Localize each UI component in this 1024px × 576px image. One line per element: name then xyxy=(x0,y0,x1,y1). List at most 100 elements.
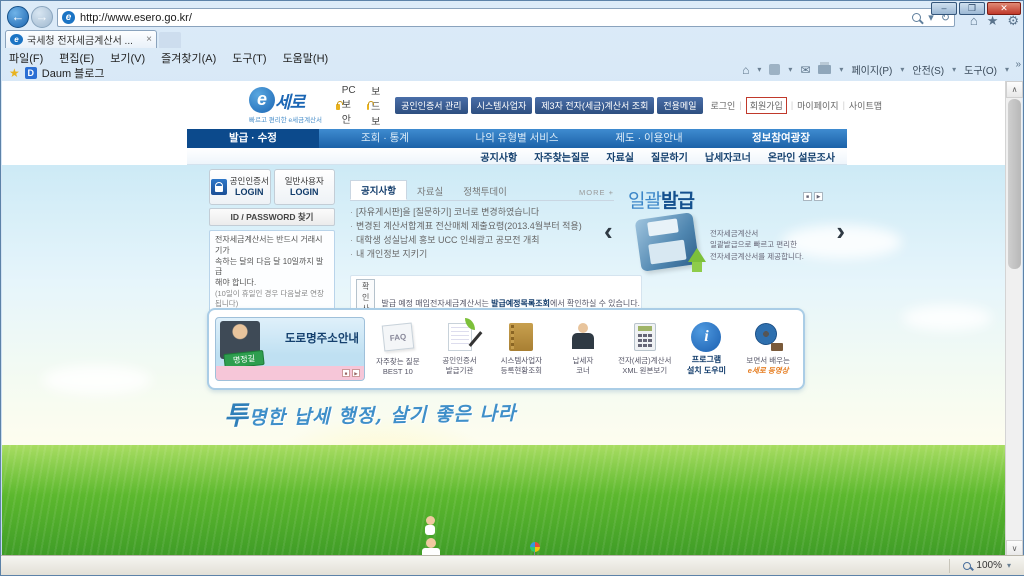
close-button[interactable]: ✕ xyxy=(987,2,1021,15)
home-icon[interactable]: ⌂ xyxy=(742,63,749,77)
tab-archive[interactable]: 자료실 xyxy=(407,182,453,200)
restore-button[interactable]: ❐ xyxy=(959,2,985,15)
quicklink-video-tutorial[interactable]: 보면서 배우는 e세로 동영상 xyxy=(739,322,797,376)
illustration-child-on-shoulders xyxy=(425,516,435,535)
tab-strip: e 국세청 전자세금계산서 ... × xyxy=(1,30,1024,48)
quicklink-taxpayer-corner[interactable]: 납세자 코너 xyxy=(554,322,612,376)
page-menu[interactable]: 페이지(P) xyxy=(851,62,892,77)
nav-system-guide[interactable]: 제도 · 이용안내 xyxy=(583,129,715,148)
site-header: e 세로 빠르고 편리한 e세금계산서 PC보안 키보드보안 공인인증서 관리 … xyxy=(187,81,882,143)
signup-link[interactable]: 회원가입 xyxy=(745,96,787,114)
pc-security-link[interactable]: PC보안 xyxy=(336,85,359,126)
favorites-add-icon[interactable]: ★ xyxy=(9,66,20,80)
film-reel-icon xyxy=(753,322,784,351)
menu-help[interactable]: 도움말(H) xyxy=(283,50,329,65)
zoom-dropdown-icon[interactable]: ▾ xyxy=(1007,561,1011,570)
quicklink-faq-best10[interactable]: FAQ 자주찾는 질문 BEST 10 xyxy=(369,322,427,377)
forward-button[interactable]: → xyxy=(31,6,53,28)
more-link[interactable]: MORE + xyxy=(579,188,614,197)
sitemap-link[interactable]: 사이트맵 xyxy=(849,99,882,112)
banner-play-button[interactable]: ▶ xyxy=(814,192,823,201)
menu-view[interactable]: 보기(V) xyxy=(110,50,145,65)
cert-login-button[interactable]: 공인인증서 LOGIN xyxy=(209,169,271,205)
esero-logo[interactable]: e 세로 빠르고 편리한 e세금계산서 xyxy=(249,86,322,124)
toolbar-overflow-icon[interactable]: » xyxy=(1015,59,1021,70)
feed-dropdown-icon[interactable]: ▾ xyxy=(788,65,792,74)
vertical-scrollbar[interactable]: ∧ ∨ xyxy=(1005,81,1023,557)
quicklink-cert-issuer[interactable]: 공인인증서 발급기관 xyxy=(431,317,489,376)
tools-menu[interactable]: 도구(O) xyxy=(964,62,997,77)
favorites-star-icon[interactable]: ★ xyxy=(987,13,999,29)
campaign-slogan: 투명한 납세 행정, 살기 좋은 나라 xyxy=(223,401,517,432)
safety-menu[interactable]: 안전(S) xyxy=(912,62,944,77)
system-provider-button[interactable]: 시스템사업자 xyxy=(470,96,533,114)
find-id-password-button[interactable]: ID / PASSWORD 찾기 xyxy=(209,208,335,226)
menu-file[interactable]: 파일(F) xyxy=(9,50,43,65)
nav-info-plaza[interactable]: 정보참여광장 xyxy=(715,129,847,148)
home-icon[interactable]: ⌂ xyxy=(970,13,978,29)
separator: | xyxy=(790,100,794,110)
menu-edit[interactable]: 편집(E) xyxy=(59,50,94,65)
dedicated-mail-button[interactable]: 전용메일 xyxy=(657,96,703,114)
print-icon[interactable] xyxy=(818,62,832,74)
notice-item[interactable]: 내 개인정보 지키기 xyxy=(350,248,614,262)
url-text[interactable]: http://www.esero.go.kr/ xyxy=(80,12,912,24)
subnav-survey[interactable]: 온라인 설문조사 xyxy=(768,149,835,164)
tab-notice[interactable]: 공지사항 xyxy=(350,180,407,200)
menu-favorites[interactable]: 즐겨찾기(A) xyxy=(161,50,216,65)
subnav-taxpayer[interactable]: 납세자코너 xyxy=(705,149,751,164)
subnav-archive[interactable]: 자료실 xyxy=(606,149,634,164)
scrollbar-thumb[interactable] xyxy=(1008,99,1021,269)
banner-pause-button[interactable]: ■ xyxy=(803,192,812,201)
minimize-button[interactable]: – xyxy=(931,2,957,15)
tab-close-icon[interactable]: × xyxy=(146,34,152,45)
login-link[interactable]: 로그인 xyxy=(711,99,736,112)
thirdparty-invoice-button[interactable]: 제3자 전자(세금)계산서 조회 xyxy=(535,96,655,114)
notice-item[interactable]: 대학생 성실납세 홍보 UCC 인쇄광고 공모전 개최 xyxy=(350,234,614,248)
mypage-link[interactable]: 마이페이지 xyxy=(797,99,838,112)
green-arrow-icon xyxy=(688,248,706,272)
road-pause-button[interactable]: ■ xyxy=(342,369,350,377)
quicklink-xml-viewer[interactable]: 전자(세금)계산서 XML 원본보기 xyxy=(616,322,674,376)
favorite-daum-blog[interactable]: Daum 블로그 xyxy=(42,65,105,81)
command-bar: ⌂ ▾ ▾ ✉ ▾ 페이지(P) ▾ 안전(S) ▾ 도구(O) ▾ xyxy=(742,62,1009,77)
scroll-up-icon[interactable]: ∧ xyxy=(1006,81,1023,98)
feed-icon[interactable] xyxy=(769,64,781,75)
nav-inquiry-stats[interactable]: 조회 · 통계 xyxy=(319,129,451,148)
nav-my-services[interactable]: 나의 유형별 서비스 xyxy=(451,129,583,148)
print-dropdown-icon[interactable]: ▾ xyxy=(839,65,843,74)
road-play-button[interactable]: ▶ xyxy=(352,369,360,377)
notice-line: 전자세금계산서는 반드시 거래시기가 xyxy=(215,235,323,255)
menu-tools[interactable]: 도구(T) xyxy=(232,50,266,65)
tab-policy-today[interactable]: 정책투데이 xyxy=(453,182,517,200)
separator: | xyxy=(842,100,845,110)
notice-item[interactable]: 변경된 계산서합계표 전산매체 제출요령(2013.4월부터 적용) xyxy=(350,220,614,234)
quicklink-program-installer[interactable]: i 프로그램 설치 도우미 xyxy=(678,322,736,376)
home-dropdown-icon[interactable]: ▾ xyxy=(757,65,761,74)
new-tab-button[interactable] xyxy=(159,32,181,48)
confirm-link[interactable]: 발급예정목록조회 xyxy=(491,299,550,308)
general-login-button[interactable]: 일반사용자 LOGIN xyxy=(273,169,335,205)
banner-prev-arrow[interactable]: ‹ xyxy=(604,218,613,244)
settings-gear-icon[interactable]: ⚙ xyxy=(1007,13,1019,29)
faq-note-icon: FAQ xyxy=(381,322,415,352)
quicklink-system-provider-status[interactable]: 시스템사업자 등록현황조회 xyxy=(492,322,550,376)
lock-icon xyxy=(366,100,375,110)
mail-icon[interactable]: ✉ xyxy=(800,63,810,77)
zoom-magnifier-icon[interactable] xyxy=(963,561,972,570)
quicklinks-box: 도로명주소안내 명정길 ■ ▶ FAQ 자주찾는 질문 BEST 10 공인인증서… xyxy=(207,308,805,390)
road-banner-title: 도로명주소안내 xyxy=(284,333,359,345)
search-icon[interactable] xyxy=(912,13,922,22)
subnav-faq[interactable]: 자주찾는질문 xyxy=(534,149,589,164)
nav-issue-edit[interactable]: 발급 · 수정 xyxy=(187,129,319,148)
cert-manage-button[interactable]: 공인인증서 관리 xyxy=(395,96,468,114)
notice-item[interactable]: [자유게시판]을 [질문하기] 코너로 변경하였습니다 xyxy=(350,206,614,220)
subnav-question[interactable]: 질문하기 xyxy=(651,149,688,164)
zoom-level[interactable]: 100% xyxy=(976,560,1002,571)
road-name-banner[interactable]: 도로명주소안내 명정길 ■ ▶ xyxy=(215,317,365,381)
subnav-notice[interactable]: 공지사항 xyxy=(480,149,517,164)
browser-tab[interactable]: e 국세청 전자세금계산서 ... × xyxy=(5,30,157,48)
address-bar[interactable]: e http://www.esero.go.kr/ ▾ ↻ xyxy=(57,8,955,27)
back-button[interactable]: ← xyxy=(7,6,29,28)
banner-next-arrow[interactable]: › xyxy=(836,218,845,244)
